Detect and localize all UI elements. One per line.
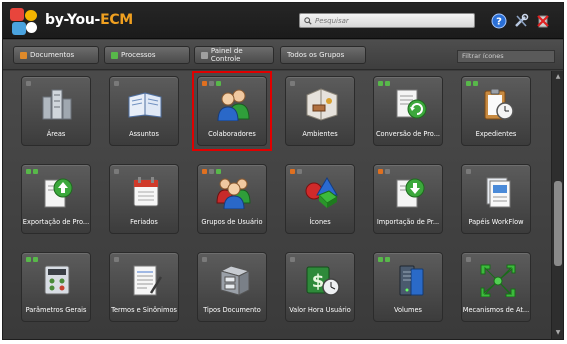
svg-text:$: $ bbox=[312, 271, 325, 292]
convert-icon bbox=[396, 89, 427, 119]
tile-grupos-usuario[interactable]: Grupos de Usuário bbox=[197, 164, 267, 234]
tile-volumes[interactable]: Volumes bbox=[373, 252, 443, 322]
tile-importacao[interactable]: Importação de Pr... bbox=[373, 164, 443, 234]
tile-expedientes[interactable]: Expedientes bbox=[461, 76, 531, 146]
tile-mecanismos[interactable]: Mecanismos de At... bbox=[461, 252, 531, 322]
import-icon bbox=[396, 178, 425, 208]
room-icon bbox=[306, 88, 338, 121]
menu-documentos-label: Documentos bbox=[30, 51, 75, 59]
papers-icon bbox=[486, 177, 511, 208]
tile-label: Assuntos bbox=[129, 130, 159, 138]
processes-icon bbox=[111, 51, 118, 59]
tile-exportacao[interactable]: Exportação de Pro... bbox=[21, 164, 91, 234]
tile-tipos-documento[interactable]: Tipos Documento bbox=[197, 252, 267, 322]
settings-panel-icon bbox=[44, 265, 70, 295]
calendar-icon bbox=[133, 177, 159, 207]
tile-label: Importação de Pr... bbox=[376, 218, 440, 226]
scroll-up-icon[interactable]: ▲ bbox=[554, 73, 562, 81]
tile-label: Ambientes bbox=[302, 130, 338, 138]
tile-label: Volumes bbox=[394, 306, 422, 314]
top-bar: by-You-ECM ? bbox=[3, 3, 563, 39]
tile-papeis-workflow[interactable]: Papéis WorkFlow bbox=[461, 164, 531, 234]
menu-todos-grupos-button[interactable]: Todos os Grupos bbox=[280, 46, 366, 64]
scroll-down-icon[interactable]: ▼ bbox=[554, 329, 562, 337]
buildings-icon bbox=[42, 89, 72, 120]
tile-areas[interactable]: Áreas bbox=[21, 76, 91, 146]
help-icon[interactable]: ? bbox=[491, 13, 507, 29]
menu-todos-grupos-label: Todos os Grupos bbox=[287, 51, 345, 59]
logo-icon bbox=[9, 7, 43, 37]
tile-label: Parâmetros Gerais bbox=[25, 306, 87, 314]
shapes-icon bbox=[305, 177, 338, 208]
money-clock-icon: $ bbox=[306, 266, 340, 296]
tile-label: Valor Hora Usuário bbox=[289, 306, 351, 314]
icons-grid: Áreas Assuntos Colaboradores Ambientes C… bbox=[3, 71, 551, 339]
selection-highlight bbox=[192, 71, 272, 151]
tile-label: Feriados bbox=[130, 218, 158, 226]
filter-input[interactable]: Filtrar ícones bbox=[457, 50, 555, 63]
control-panel-icon bbox=[201, 51, 208, 59]
tile-label: Tipos Documento bbox=[203, 306, 261, 314]
arrows-icon bbox=[480, 264, 516, 297]
tile-parametros-gerais[interactable]: Parâmetros Gerais bbox=[21, 252, 91, 322]
tile-icones[interactable]: Ícones bbox=[285, 164, 355, 234]
brand-prefix: by-You bbox=[45, 12, 95, 28]
tile-label: Áreas bbox=[46, 130, 66, 138]
menu-processos-button[interactable]: Processos bbox=[104, 46, 190, 64]
tile-label: Conversão de Pro... bbox=[375, 130, 441, 138]
tile-conversao[interactable]: Conversão de Pro... bbox=[373, 76, 443, 146]
menu-painel-button[interactable]: Painel de Controle bbox=[194, 46, 274, 64]
user-group-icon bbox=[216, 178, 251, 209]
file-cabinet-icon bbox=[219, 265, 251, 296]
exit-icon[interactable] bbox=[535, 13, 551, 29]
scroll-thumb[interactable] bbox=[554, 181, 562, 266]
tile-feriados[interactable]: Feriados bbox=[109, 164, 179, 234]
server-icon bbox=[399, 265, 424, 296]
tile-label: Mecanismos de At... bbox=[462, 306, 530, 314]
export-icon bbox=[44, 178, 73, 208]
vertical-scrollbar[interactable]: ▲ ▼ bbox=[551, 71, 563, 339]
tile-assuntos[interactable]: Assuntos bbox=[109, 76, 179, 146]
menu-bar: Documentos Processos Painel de Controle … bbox=[3, 40, 563, 70]
tile-label: Termos e Sinônimos bbox=[111, 306, 177, 314]
tile-valor-hora-usuario[interactable]: $ Valor Hora Usuário bbox=[285, 252, 355, 322]
search-input[interactable] bbox=[315, 16, 465, 25]
tile-ambientes[interactable]: Ambientes bbox=[285, 76, 355, 146]
menu-painel-label: Painel de Controle bbox=[210, 47, 243, 63]
tools-icon[interactable] bbox=[513, 13, 529, 29]
tile-label: Ícones bbox=[309, 218, 331, 226]
tile-label: Exportação de Pro... bbox=[22, 218, 90, 226]
svg-text:?: ? bbox=[496, 17, 502, 28]
search-icon bbox=[304, 16, 312, 25]
document-icon bbox=[133, 265, 163, 296]
app-window: by-You-ECM ? Documentos bbox=[2, 2, 564, 340]
tile-termos-sinonimos[interactable]: Termos e Sinônimos bbox=[109, 252, 179, 322]
menu-documentos-button[interactable]: Documentos bbox=[13, 46, 99, 64]
tile-label: Papéis WorkFlow bbox=[468, 218, 524, 226]
brand-title: by-You-ECM bbox=[45, 12, 133, 28]
documents-icon bbox=[20, 51, 27, 59]
tile-label: Expedientes bbox=[475, 130, 517, 138]
brand-suffix: ECM bbox=[100, 12, 133, 28]
clipboard-icon bbox=[484, 88, 514, 120]
tile-label: Grupos de Usuário bbox=[201, 218, 263, 226]
book-icon bbox=[128, 92, 162, 118]
search-box[interactable] bbox=[299, 13, 475, 28]
menu-processos-label: Processos bbox=[121, 51, 156, 59]
